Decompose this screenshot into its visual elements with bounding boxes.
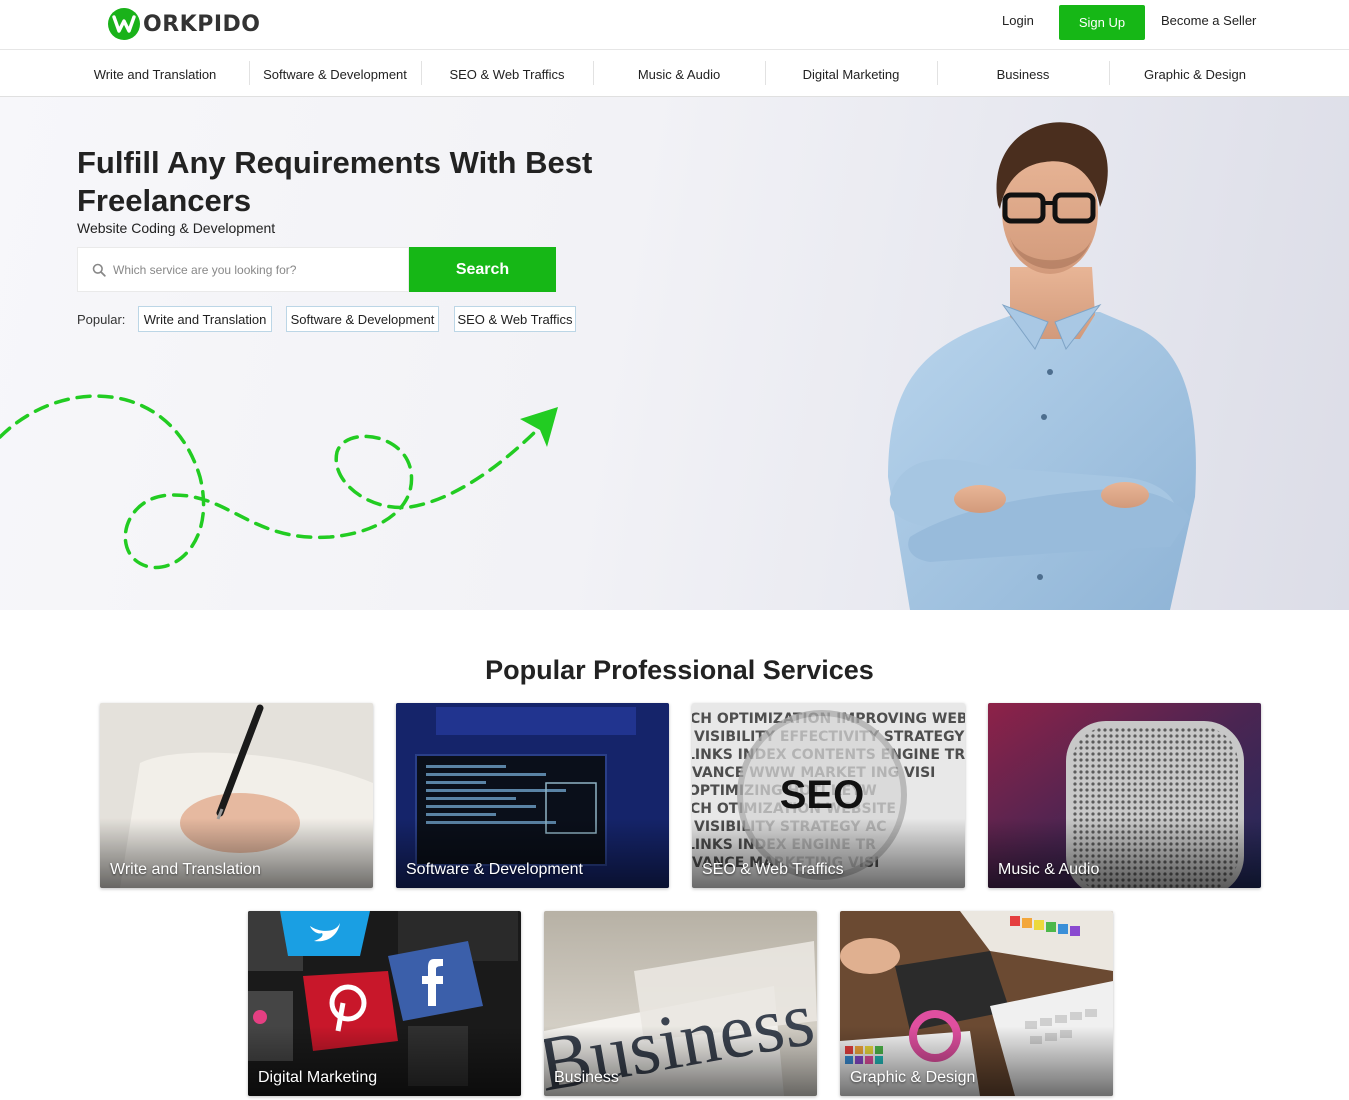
service-card-seo-web-traffics[interactable]: CH OPTIMIZATION IMPROVING WEBSITE VISIBI… <box>692 703 965 888</box>
become-seller-link[interactable]: Become a Seller <box>1161 13 1256 28</box>
search-button[interactable]: Search <box>409 247 556 292</box>
service-card-graphic-design[interactable]: Graphic & Design <box>840 911 1113 1096</box>
card-label: Write and Translation <box>110 861 261 878</box>
popular-tag-seo-web-traffics[interactable]: SEO & Web Traffics <box>454 306 576 332</box>
category-nav: Write and Translation Software & Develop… <box>0 51 1349 97</box>
login-link[interactable]: Login <box>1002 13 1034 28</box>
seo-image-text: SEO <box>780 773 864 817</box>
search-box <box>77 247 409 292</box>
site-header: ORKPIDO Login Sign Up Become a Seller <box>0 0 1349 50</box>
category-digital-marketing[interactable]: Digital Marketing <box>765 51 937 97</box>
popular-label: Popular: <box>77 312 126 327</box>
hero-title: Fulfill Any Requirements With Best Freel… <box>77 145 593 218</box>
service-card-music-audio[interactable]: Music & Audio <box>988 703 1261 888</box>
service-card-business[interactable]: Business Business <box>544 911 817 1096</box>
category-graphic-design[interactable]: Graphic & Design <box>1109 51 1281 97</box>
category-software-development[interactable]: Software & Development <box>249 51 421 97</box>
twitter-icon <box>280 911 370 956</box>
category-write-translation[interactable]: Write and Translation <box>69 51 241 97</box>
logo[interactable]: ORKPIDO <box>108 8 260 40</box>
category-business[interactable]: Business <box>937 51 1109 97</box>
search-input[interactable] <box>113 248 403 291</box>
hero-subtitle: Website Coding & Development <box>77 220 276 236</box>
section-title: Popular Professional Services <box>485 655 874 685</box>
card-label: Music & Audio <box>998 861 1100 878</box>
logo-w-icon <box>108 8 140 40</box>
card-label: Graphic & Design <box>850 1069 976 1086</box>
popular-tag-write-translation[interactable]: Write and Translation <box>138 306 272 332</box>
signup-button[interactable]: Sign Up <box>1059 5 1145 40</box>
search-icon <box>92 263 106 277</box>
service-card-software-development[interactable]: Software & Development <box>396 703 669 888</box>
person-illustration <box>888 122 1196 610</box>
paper-plane-icon <box>0 394 558 570</box>
hero-banner: Fulfill Any Requirements With Best Freel… <box>0 97 1349 610</box>
service-card-write-translation[interactable]: Write and Translation <box>100 703 373 888</box>
card-label: Business <box>554 1069 619 1086</box>
category-seo-web-traffics[interactable]: SEO & Web Traffics <box>421 51 593 97</box>
logo-text: ORKPIDO <box>143 11 261 37</box>
popular-tag-software-development[interactable]: Software & Development <box>286 306 439 332</box>
service-card-digital-marketing[interactable]: Digital Marketing <box>248 911 521 1096</box>
card-label: SEO & Web Traffics <box>702 861 844 878</box>
card-label: Software & Development <box>406 861 583 878</box>
card-label: Digital Marketing <box>258 1069 378 1086</box>
category-music-audio[interactable]: Music & Audio <box>593 51 765 97</box>
